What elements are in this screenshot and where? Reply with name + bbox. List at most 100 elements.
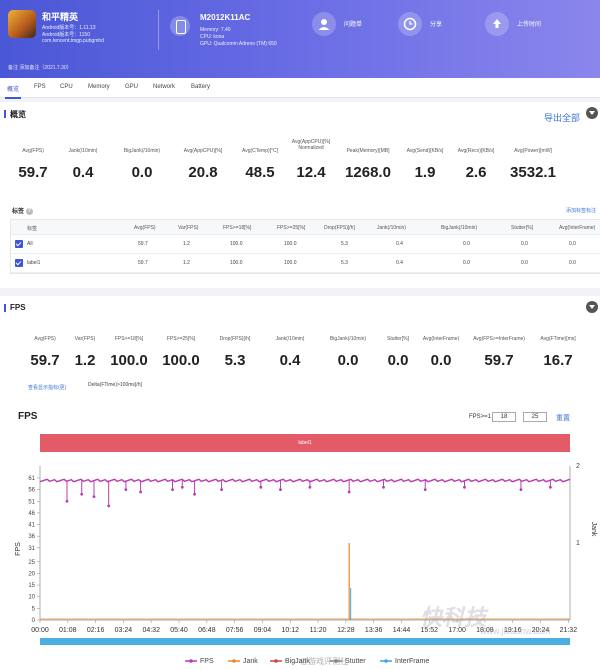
device-gpu: GPU: Qualcomm Adreno (TM) 650: [200, 41, 277, 47]
tab-fps[interactable]: FPS: [34, 84, 46, 90]
stat-label: FPS>=18[%]: [114, 336, 144, 342]
table-row[interactable]: All 59.7 1.2 100.0 100.0 5.3 0.4 0.0 0.0…: [11, 235, 600, 254]
y2-tick-label: 2: [576, 463, 580, 470]
stat-value: 2.6: [465, 164, 487, 181]
row-checkbox[interactable]: [15, 240, 23, 248]
x-tick-label: 07:56: [226, 627, 244, 634]
legend-marker: [384, 659, 388, 663]
cell: 100.0: [284, 241, 297, 247]
y-tick-label: 15: [28, 583, 35, 589]
x-tick-label: 01:08: [59, 627, 77, 634]
upload-button[interactable]: [485, 12, 509, 36]
tab-overview[interactable]: 概览: [4, 84, 22, 99]
app-name: 和平精英: [42, 12, 79, 22]
fps-section-title: FPS: [4, 303, 26, 312]
fps-dip-point: [463, 485, 466, 489]
fps-dip-point: [548, 485, 552, 489]
fps-dip-point: [80, 492, 84, 496]
issue-button[interactable]: [312, 12, 336, 36]
cell: 0.0: [463, 241, 470, 247]
user-icon: [318, 19, 330, 30]
x-tick-label: 02:16: [87, 627, 105, 634]
stat-value: 100.0: [110, 352, 148, 369]
stat-value: 0.0: [430, 352, 452, 369]
col-header: Avg(InterFrame): [559, 225, 596, 231]
collapse-fps-icon[interactable]: [586, 301, 598, 313]
x-tick-label: 06:48: [198, 627, 216, 634]
fps-threshold-input-1[interactable]: 18: [492, 412, 516, 422]
share-button[interactable]: [398, 12, 422, 36]
y2-axis-label: Jank: [590, 522, 597, 537]
y-tick-label: 51: [28, 499, 35, 505]
add-tag-link[interactable]: 添加标签标注: [566, 207, 596, 214]
device-cpu: CPU: kona: [200, 34, 225, 40]
col-header: BigJank(/10min): [441, 225, 478, 231]
tab-network[interactable]: Network: [153, 84, 175, 90]
collapse-overview-icon[interactable]: [586, 107, 598, 119]
fps-threshold-input-2[interactable]: 25: [523, 412, 547, 422]
stat-label: FPS>=25[%]: [166, 336, 196, 342]
reset-button[interactable]: 重置: [556, 413, 570, 423]
cell: 0.0: [463, 260, 470, 266]
col-header: Var(FPS): [178, 225, 199, 231]
row-checkbox[interactable]: [15, 259, 23, 267]
fps-dip-point: [347, 490, 351, 494]
y-tick-label: 31: [28, 546, 35, 552]
stat-label: Avg(Recv)[KB/s]: [457, 148, 495, 154]
x-tick-label: 12:28: [337, 627, 355, 634]
phone-icon: [170, 16, 190, 36]
app-package: com.tencent.tmgp.pubgmhd: [42, 38, 104, 44]
more-metrics-link[interactable]: 查看显示指标(更): [28, 384, 66, 391]
tags-table: 标签 Avg(FPS) Var(FPS) FPS>=18[%] FPS>=25[…: [10, 219, 600, 274]
col-header: Avg(FPS): [134, 225, 156, 231]
cell: 1.2: [183, 241, 190, 247]
cell: 0.0: [521, 260, 528, 266]
cell: 0.0: [569, 260, 576, 266]
export-all-button[interactable]: 导出全部: [544, 111, 580, 124]
note[interactable]: 备注 添加备注（2021.7.30）: [8, 64, 72, 71]
fps-chart[interactable]: 0 5 10 15 20 25 31 36 41 46 51 56 61 1 2 FPS Jank 00:00 01…: [0, 450, 600, 670]
stat-value: 0.4: [279, 352, 301, 369]
share-button-label[interactable]: 分享: [430, 19, 442, 28]
fps-dip-point: [65, 499, 69, 503]
device-model: M2012K11AC: [200, 13, 251, 22]
x-tick-label: 09:04: [254, 627, 272, 634]
stat-label: BigJank(/10min): [123, 148, 161, 154]
fps-dip-point: [107, 504, 111, 508]
stat-label: Avg(AppCPU)[%]: [183, 148, 223, 154]
legend-marker: [274, 659, 278, 663]
tab-gpu[interactable]: GPU: [125, 84, 138, 90]
issue-button-label[interactable]: 问题单: [344, 19, 362, 28]
cell: 0.0: [569, 241, 576, 247]
stat-value: 3532.1: [510, 164, 556, 181]
y2-tick-label: 1: [576, 540, 580, 547]
tab-memory[interactable]: Memory: [88, 84, 110, 90]
stat-value: 12.4: [296, 164, 326, 181]
tab-battery[interactable]: Battery: [191, 84, 210, 90]
col-header: Jank(/10min): [377, 225, 406, 231]
legend-label: FPS: [200, 658, 214, 665]
fps-dip-point: [259, 485, 263, 489]
tags-label: 标签: [12, 209, 25, 215]
stat-value: 20.8: [188, 164, 218, 181]
stat-value: 1268.0: [345, 164, 391, 181]
fps-dip-point: [382, 485, 385, 489]
y-tick-label: 56: [28, 488, 35, 494]
col-header: FPS>=25[%]: [277, 225, 306, 231]
app-version-1: Android版本号：1.11.13: [42, 25, 96, 31]
overview-title: 概览: [4, 110, 26, 119]
chart-title: FPS: [18, 411, 38, 422]
help-icon[interactable]: ?: [26, 207, 34, 215]
tab-cpu[interactable]: CPU: [60, 84, 73, 90]
stat-value: 0.4: [72, 164, 94, 181]
col-header: Drop(FPS)[/h]: [324, 225, 355, 231]
cell: 100.0: [230, 241, 243, 247]
upload-button-label[interactable]: 上传时间: [517, 19, 541, 28]
table-row[interactable]: label1 59.7 1.2 100.0 100.0 5.3 0.4 0.0 …: [11, 254, 600, 273]
cell: 5.3: [341, 260, 348, 266]
col-header: FPS>=18[%]: [223, 225, 252, 231]
stat-value: 5.3: [224, 352, 246, 369]
x-tick-label: 04:32: [142, 627, 160, 634]
cell: 0.4: [396, 241, 403, 247]
stat-value: 100.0: [162, 352, 200, 369]
